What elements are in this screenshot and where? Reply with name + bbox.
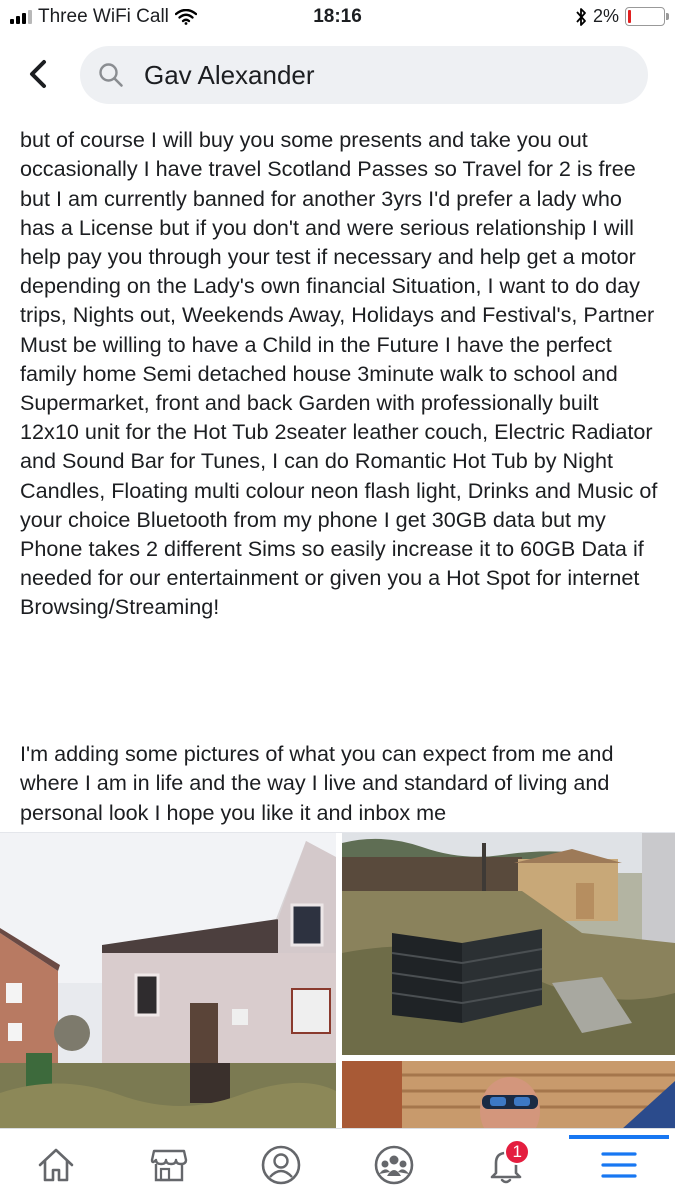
bluetooth-icon — [576, 7, 586, 26]
search-input[interactable]: Gav Alexander — [80, 46, 648, 104]
nav-notifications[interactable]: 1 — [476, 1135, 536, 1195]
photo-garden[interactable] — [342, 833, 675, 1055]
house-photo-image — [0, 833, 336, 1128]
nav-home[interactable] — [26, 1135, 86, 1195]
clock: 18:16 — [313, 6, 362, 27]
profile-icon — [261, 1145, 301, 1184]
active-tab-indicator — [568, 1134, 669, 1139]
nav-groups[interactable] — [364, 1135, 424, 1195]
search-header: Gav Alexander — [0, 36, 675, 114]
marketplace-icon — [150, 1149, 187, 1181]
post-paragraph-1: but of course I will buy you some presen… — [20, 127, 658, 620]
chevron-left-icon — [30, 60, 46, 88]
battery-icon — [625, 7, 669, 26]
post-content: but of course I will buy you some presen… — [0, 114, 675, 830]
post-photos — [0, 832, 675, 1128]
menu-icon — [601, 1151, 637, 1178]
notification-badge: 1 — [504, 1138, 531, 1165]
status-bar: Three WiFi Call 18:16 2% — [0, 0, 675, 36]
battery-percent: 2% — [592, 6, 619, 26]
post-text: but of course I will buy you some presen… — [20, 114, 660, 830]
selfie-photo-image — [342, 1061, 675, 1128]
bottom-navigation: 1 — [0, 1128, 675, 1200]
search-query: Gav Alexander — [144, 59, 315, 90]
nav-profile[interactable] — [251, 1135, 311, 1195]
home-icon — [38, 1148, 74, 1181]
back-button[interactable] — [18, 54, 58, 94]
photo-selfie[interactable] — [342, 1061, 675, 1128]
nav-menu[interactable] — [568, 1134, 669, 1195]
status-right: 2% — [575, 6, 669, 27]
nav-marketplace[interactable] — [139, 1135, 199, 1195]
post-paragraph-2-wrap: I'm adding some pictures of what you can… — [20, 710, 660, 830]
heart-eyes-emoji-icon — [31, 829, 35, 830]
post-paragraph-2: I'm adding some pictures of what you can… — [20, 741, 614, 825]
garden-photo-image — [342, 833, 675, 1055]
photo-house[interactable] — [0, 833, 336, 1128]
search-icon — [99, 63, 123, 87]
groups-icon — [374, 1145, 414, 1184]
